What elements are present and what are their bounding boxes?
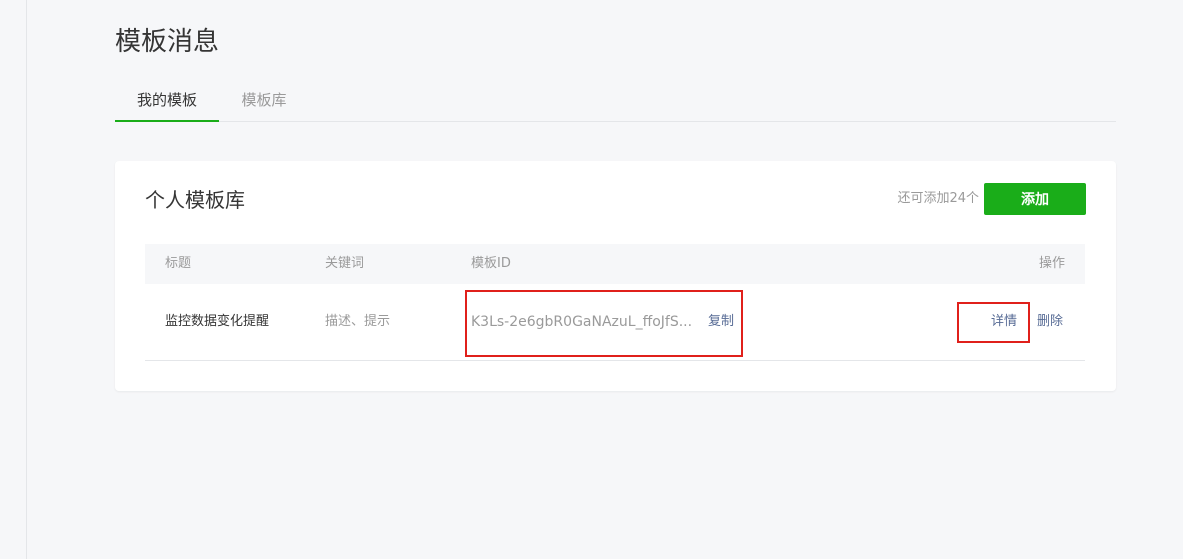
detail-link[interactable]: 详情 bbox=[991, 284, 1017, 360]
page-title: 模板消息 bbox=[115, 27, 220, 57]
template-id-value: K3Ls-2e6gbR0GaNAzuL_ffoJfS... bbox=[471, 314, 693, 330]
row-keywords: 描述、提示 bbox=[325, 314, 391, 329]
header-keywords: 关键词 bbox=[325, 256, 365, 271]
page: 模板消息 我的模板 模板库 个人模板库 还可添加24个 添加 标题 关键词 模板… bbox=[0, 0, 1183, 559]
tab-my-templates[interactable]: 我的模板 bbox=[115, 80, 219, 122]
left-divider bbox=[26, 0, 27, 559]
tab-bar: 我的模板 模板库 bbox=[115, 80, 1116, 122]
table-header: 标题 关键词 模板ID 操作 bbox=[145, 244, 1085, 284]
card-title: 个人模板库 bbox=[145, 188, 245, 212]
quota-text: 还可添加24个 bbox=[897, 191, 979, 206]
header-title: 标题 bbox=[165, 256, 192, 271]
delete-link[interactable]: 删除 bbox=[1037, 284, 1063, 360]
header-operations: 操作 bbox=[1038, 256, 1065, 271]
copy-link[interactable]: 复制 bbox=[708, 284, 734, 360]
table-row: 监控数据变化提醒 描述、提示 K3Ls-2e6gbR0GaNAzuL_ffoJf… bbox=[145, 284, 1085, 361]
add-button[interactable]: 添加 bbox=[984, 183, 1086, 215]
row-title: 监控数据变化提醒 bbox=[165, 314, 270, 329]
tab-template-library[interactable]: 模板库 bbox=[229, 80, 299, 121]
personal-template-card: 个人模板库 还可添加24个 添加 标题 关键词 模板ID 操作 监控数据变化提醒… bbox=[115, 161, 1116, 391]
template-table: 标题 关键词 模板ID 操作 监控数据变化提醒 描述、提示 K3Ls-2e6gb… bbox=[145, 244, 1085, 361]
header-template-id: 模板ID bbox=[471, 256, 511, 271]
